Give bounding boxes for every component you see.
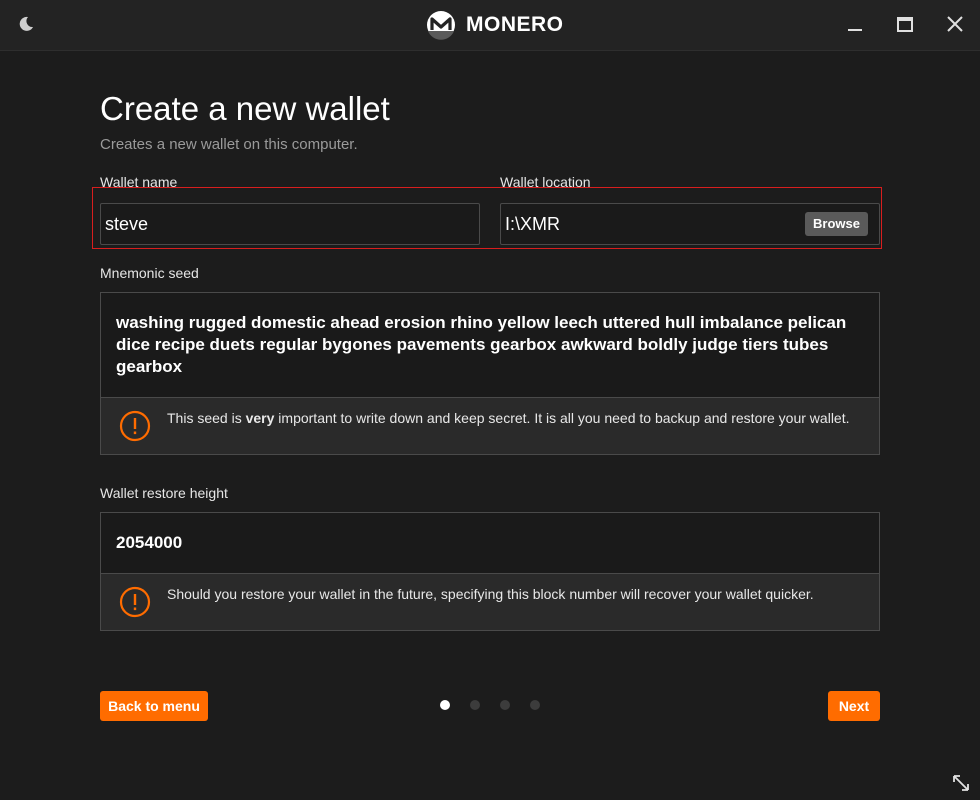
wallet-name-input[interactable] (100, 203, 480, 245)
warning-icon (119, 410, 151, 442)
maximize-icon[interactable] (890, 10, 920, 40)
seed-warning-emphasis: very (245, 410, 275, 426)
warning-icon (119, 586, 151, 618)
restore-height-value: 2054000 (116, 533, 183, 552)
page-title: Create a new wallet (100, 90, 390, 127)
app-name: MONERO (466, 13, 564, 36)
page-dot-4[interactable] (530, 700, 540, 710)
restore-height-card: 2054000 Should you restore your wallet i… (100, 512, 880, 631)
moon-icon[interactable] (14, 12, 38, 36)
page-dot-3[interactable] (500, 700, 510, 710)
page-subtitle: Creates a new wallet on this computer. (100, 136, 358, 153)
seed-warning-text-end: important to write down and keep secret.… (274, 410, 850, 426)
page-dot-2[interactable] (470, 700, 480, 710)
seed-warning-text: This seed is very important to write dow… (167, 409, 859, 427)
mnemonic-seed-card: washing rugged domestic ahead erosion rh… (100, 292, 880, 455)
restore-height-warning: Should you restore your wallet in the fu… (101, 573, 879, 630)
page-dot-1[interactable] (440, 700, 450, 710)
monero-logo-icon (427, 11, 455, 40)
resize-icon[interactable] (950, 772, 972, 794)
back-to-menu-button[interactable]: Back to menu (100, 691, 208, 721)
seed-warning: This seed is very important to write dow… (101, 397, 879, 454)
browse-button[interactable]: Browse (805, 212, 868, 236)
mnemonic-seed-label: Mnemonic seed (100, 265, 199, 281)
wallet-location-label: Wallet location (500, 174, 591, 190)
title-bar: MONERO (0, 0, 980, 51)
mnemonic-seed-text: washing rugged domestic ahead erosion rh… (116, 313, 847, 376)
close-icon[interactable] (940, 10, 970, 40)
minimize-icon[interactable] (840, 10, 870, 40)
seed-warning-text-start: This seed is (167, 410, 246, 426)
restore-height-warning-text: Should you restore your wallet in the fu… (167, 586, 814, 602)
restore-height-label: Wallet restore height (100, 485, 228, 501)
next-button[interactable]: Next (828, 691, 880, 721)
app-brand: MONERO (426, 10, 564, 40)
wallet-name-label: Wallet name (100, 174, 178, 190)
